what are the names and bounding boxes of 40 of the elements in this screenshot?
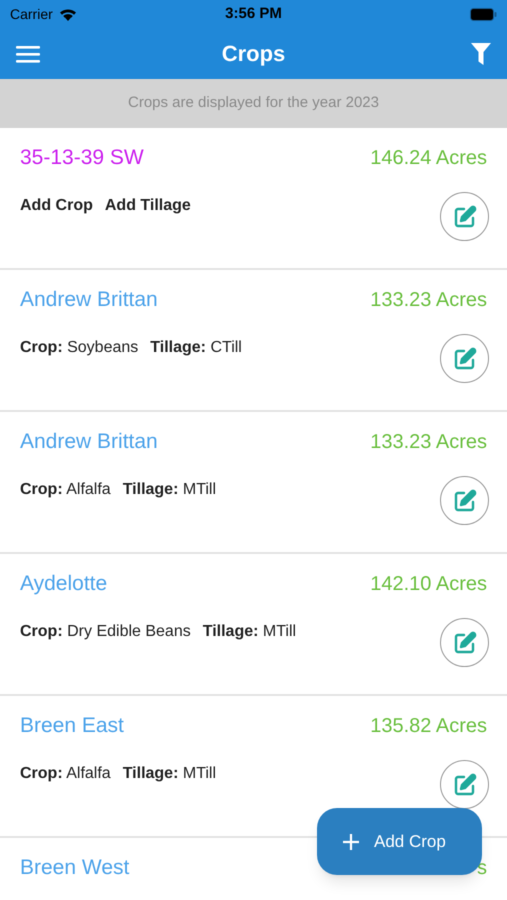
edit-icon <box>452 488 476 512</box>
add-link[interactable]: Add Tillage <box>104 194 191 218</box>
acreage: 146.24 Acres <box>370 146 487 171</box>
carrier-label: Carrier <box>10 4 53 24</box>
acreage: 133.23 Acres <box>370 430 487 455</box>
edit-button[interactable] <box>440 618 489 667</box>
field-name[interactable]: Breen East <box>20 710 124 742</box>
edit-icon <box>452 630 476 654</box>
filter-icon[interactable] <box>471 42 491 64</box>
clock-time: 3:56 PM <box>225 4 282 24</box>
field-name[interactable]: Aydelotte <box>20 568 108 600</box>
edit-button[interactable] <box>440 760 489 809</box>
detail-text: Crop: Alfalfa <box>20 480 111 500</box>
detail-text: Crop: Alfalfa <box>20 764 111 784</box>
detail-text: Tillage: MTill <box>122 480 216 500</box>
menu-icon[interactable] <box>16 44 40 62</box>
wifi-icon <box>58 8 77 20</box>
plus-icon <box>342 832 360 850</box>
detail-text: Tillage: MTill <box>202 622 296 642</box>
add-link[interactable]: Add Crop <box>20 194 93 218</box>
acreage: 133.23 Acres <box>370 288 487 313</box>
battery-icon <box>470 8 497 20</box>
edit-button[interactable] <box>440 476 489 525</box>
field-name[interactable]: Andrew Brittan <box>20 426 158 458</box>
acreage: 135.82 Acres <box>370 714 487 739</box>
detail-text: Tillage: MTill <box>122 764 216 784</box>
detail-text: Tillage: CTill <box>150 338 242 358</box>
detail-text: Crop: Dry Edible Beans <box>20 622 191 642</box>
edit-icon <box>452 346 476 370</box>
field-name[interactable]: 35-13-39 SW <box>20 142 144 174</box>
edit-button[interactable] <box>440 192 489 241</box>
edit-icon <box>452 204 476 228</box>
page-title: Crops <box>222 40 286 68</box>
year-banner: Crops are displayed for the year 2023 <box>0 79 507 128</box>
edit-icon <box>452 772 476 796</box>
field-name[interactable]: Andrew Brittan <box>20 284 158 316</box>
acreage: 142.10 Acres <box>370 572 487 597</box>
detail-text: Crop: Soybeans <box>20 338 138 358</box>
edit-button[interactable] <box>440 334 489 383</box>
field-name[interactable]: Breen West <box>20 852 130 884</box>
